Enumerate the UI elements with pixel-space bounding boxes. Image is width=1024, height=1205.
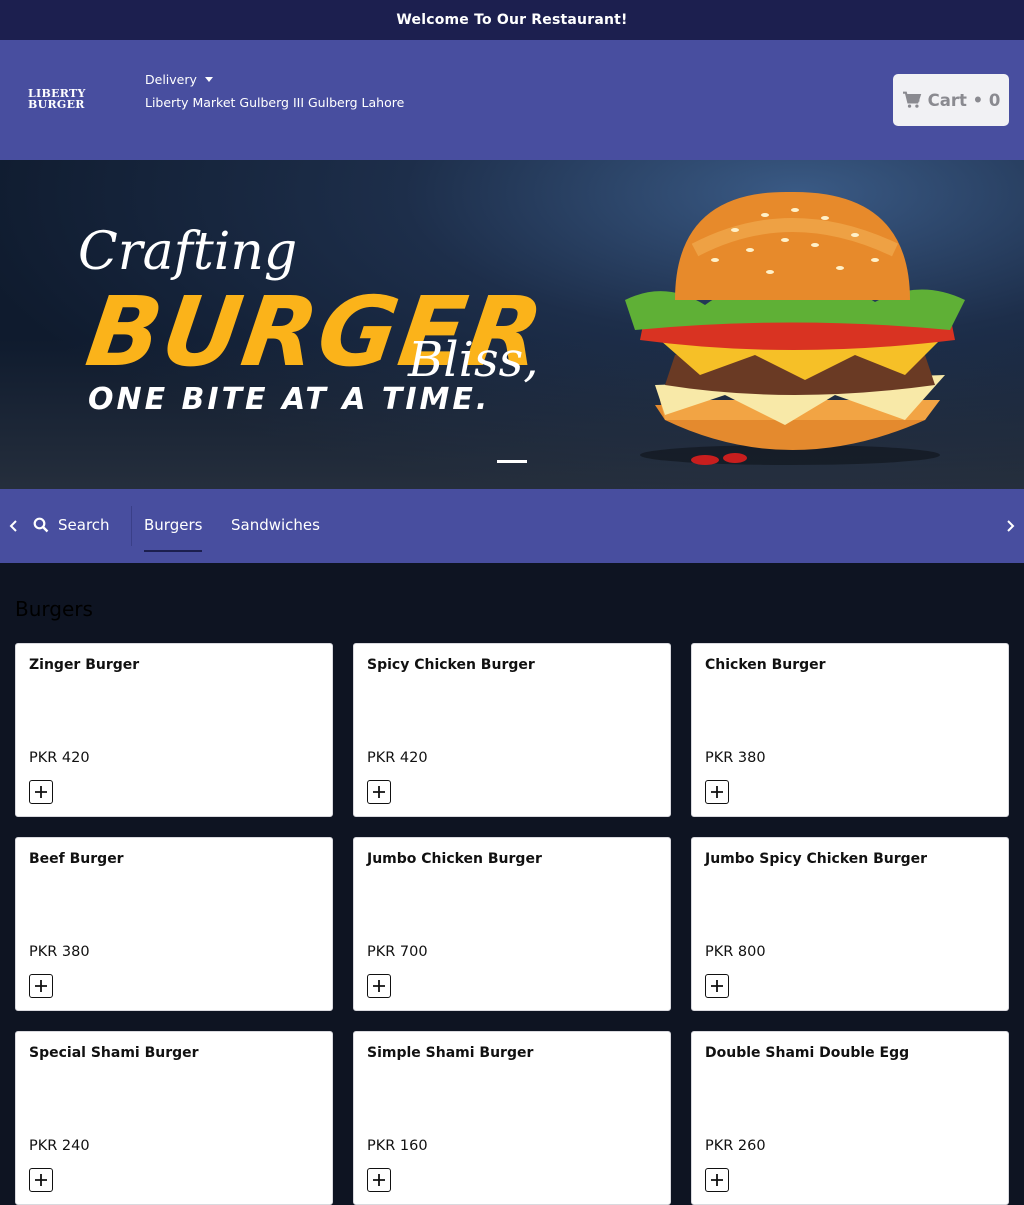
chevron-down-icon[interactable] (204, 76, 213, 82)
menu-item-card[interactable]: Zinger Burger PKR 420 (15, 643, 333, 817)
shopping-cart-icon (902, 91, 921, 108)
menu-item-name: Simple Shami Burger (367, 1045, 534, 1061)
plus-icon (373, 1174, 385, 1186)
menu-item-card[interactable]: Spicy Chicken Burger PKR 420 (353, 643, 671, 817)
menu-item-name: Zinger Burger (29, 657, 140, 673)
menu-item-card[interactable]: Jumbo Chicken Burger PKR 700 (353, 837, 671, 1011)
site-header: LIBERTY BURGER Delivery Liberty Market G… (0, 40, 1024, 160)
add-to-cart-button[interactable] (705, 974, 729, 998)
chevron-right-icon (1007, 520, 1015, 532)
plus-icon (373, 980, 385, 992)
logo-line-2: BURGER (28, 98, 85, 111)
menu-item-name: Chicken Burger (705, 657, 826, 673)
delivery-mode-label[interactable]: Delivery (145, 72, 197, 87)
delivery-selector[interactable]: Delivery Liberty Market Gulberg III Gulb… (145, 71, 404, 111)
menu-item-price: PKR 160 (367, 1138, 428, 1154)
category-search[interactable]: Search (33, 516, 110, 534)
menu-item-card[interactable]: Double Shami Double Egg PKR 260 (691, 1031, 1009, 1205)
scroll-right-button[interactable] (996, 489, 1024, 563)
menu-item-price: PKR 700 (367, 944, 428, 960)
menu-item-price: PKR 240 (29, 1138, 90, 1154)
menu-item-name: Jumbo Chicken Burger (367, 851, 542, 867)
add-to-cart-button[interactable] (705, 780, 729, 804)
search-label: Search (58, 516, 110, 534)
plus-icon (711, 1174, 723, 1186)
plus-icon (711, 980, 723, 992)
search-icon (33, 517, 49, 533)
banner-bliss-text: Bliss, (408, 332, 539, 388)
active-tab-underline (144, 550, 203, 552)
plus-icon (711, 786, 723, 798)
brand-logo[interactable]: LIBERTY BURGER (28, 88, 86, 110)
menu-item-price: PKR 420 (29, 750, 90, 766)
add-to-cart-button[interactable] (29, 974, 53, 998)
menu-item-name: Spicy Chicken Burger (367, 657, 535, 673)
burger-image (625, 191, 965, 465)
menu-item-name: Jumbo Spicy Chicken Burger (705, 851, 928, 867)
menu-item-card[interactable]: Beef Burger PKR 380 (15, 837, 333, 1011)
menu-item-card[interactable]: Simple Shami Burger PKR 160 (353, 1031, 671, 1205)
menu-item-card[interactable]: Chicken Burger PKR 380 (691, 643, 1009, 817)
menu-item-price: PKR 420 (367, 750, 428, 766)
menu-item-price: PKR 800 (705, 944, 766, 960)
menu-item-card[interactable]: Jumbo Spicy Chicken Burger PKR 800 (691, 837, 1009, 1011)
hero-banner[interactable]: Crafting BURGER Bliss, ONE BITE AT A TIM… (0, 160, 1024, 489)
cart-label: Cart • 0 (927, 90, 1001, 110)
menu-item-price: PKR 260 (705, 1138, 766, 1154)
section-title: Burgers (15, 597, 93, 621)
plus-icon (373, 786, 385, 798)
menu-item-name: Beef Burger (29, 851, 124, 867)
add-to-cart-button[interactable] (367, 974, 391, 998)
banner-crafting-text: Crafting (78, 222, 298, 282)
menu-grid: Zinger Burger PKR 420 Spicy Chicken Burger… (15, 643, 1009, 1205)
add-to-cart-button[interactable] (367, 780, 391, 804)
category-bar: Search Burgers Sandwiches (0, 489, 1024, 563)
menu-item-name: Special Shami Burger (29, 1045, 199, 1061)
menu-item-price: PKR 380 (705, 750, 766, 766)
scroll-left-button[interactable] (0, 489, 28, 563)
tab-burgers[interactable]: Burgers (144, 516, 203, 552)
tab-sandwiches-label: Sandwiches (231, 516, 320, 534)
carousel-indicator[interactable] (497, 460, 527, 463)
divider (131, 506, 132, 546)
chevron-left-icon (9, 520, 17, 532)
add-to-cart-button[interactable] (29, 780, 53, 804)
add-to-cart-button[interactable] (29, 1168, 53, 1192)
delivery-address[interactable]: Liberty Market Gulberg III Gulberg Lahor… (145, 95, 404, 110)
menu-item-price: PKR 380 (29, 944, 90, 960)
menu-item-card[interactable]: Special Shami Burger PKR 240 (15, 1031, 333, 1205)
tab-burgers-label: Burgers (144, 516, 203, 534)
welcome-bar: Welcome To Our Restaurant! (0, 0, 1024, 40)
cart-button[interactable]: Cart • 0 (893, 74, 1009, 126)
add-to-cart-button[interactable] (705, 1168, 729, 1192)
menu-item-name: Double Shami Double Egg (705, 1045, 910, 1061)
plus-icon (35, 786, 47, 798)
welcome-text: Welcome To Our Restaurant! (396, 12, 628, 28)
tab-sandwiches[interactable]: Sandwiches (231, 516, 320, 534)
add-to-cart-button[interactable] (367, 1168, 391, 1192)
plus-icon (35, 980, 47, 992)
plus-icon (35, 1174, 47, 1186)
